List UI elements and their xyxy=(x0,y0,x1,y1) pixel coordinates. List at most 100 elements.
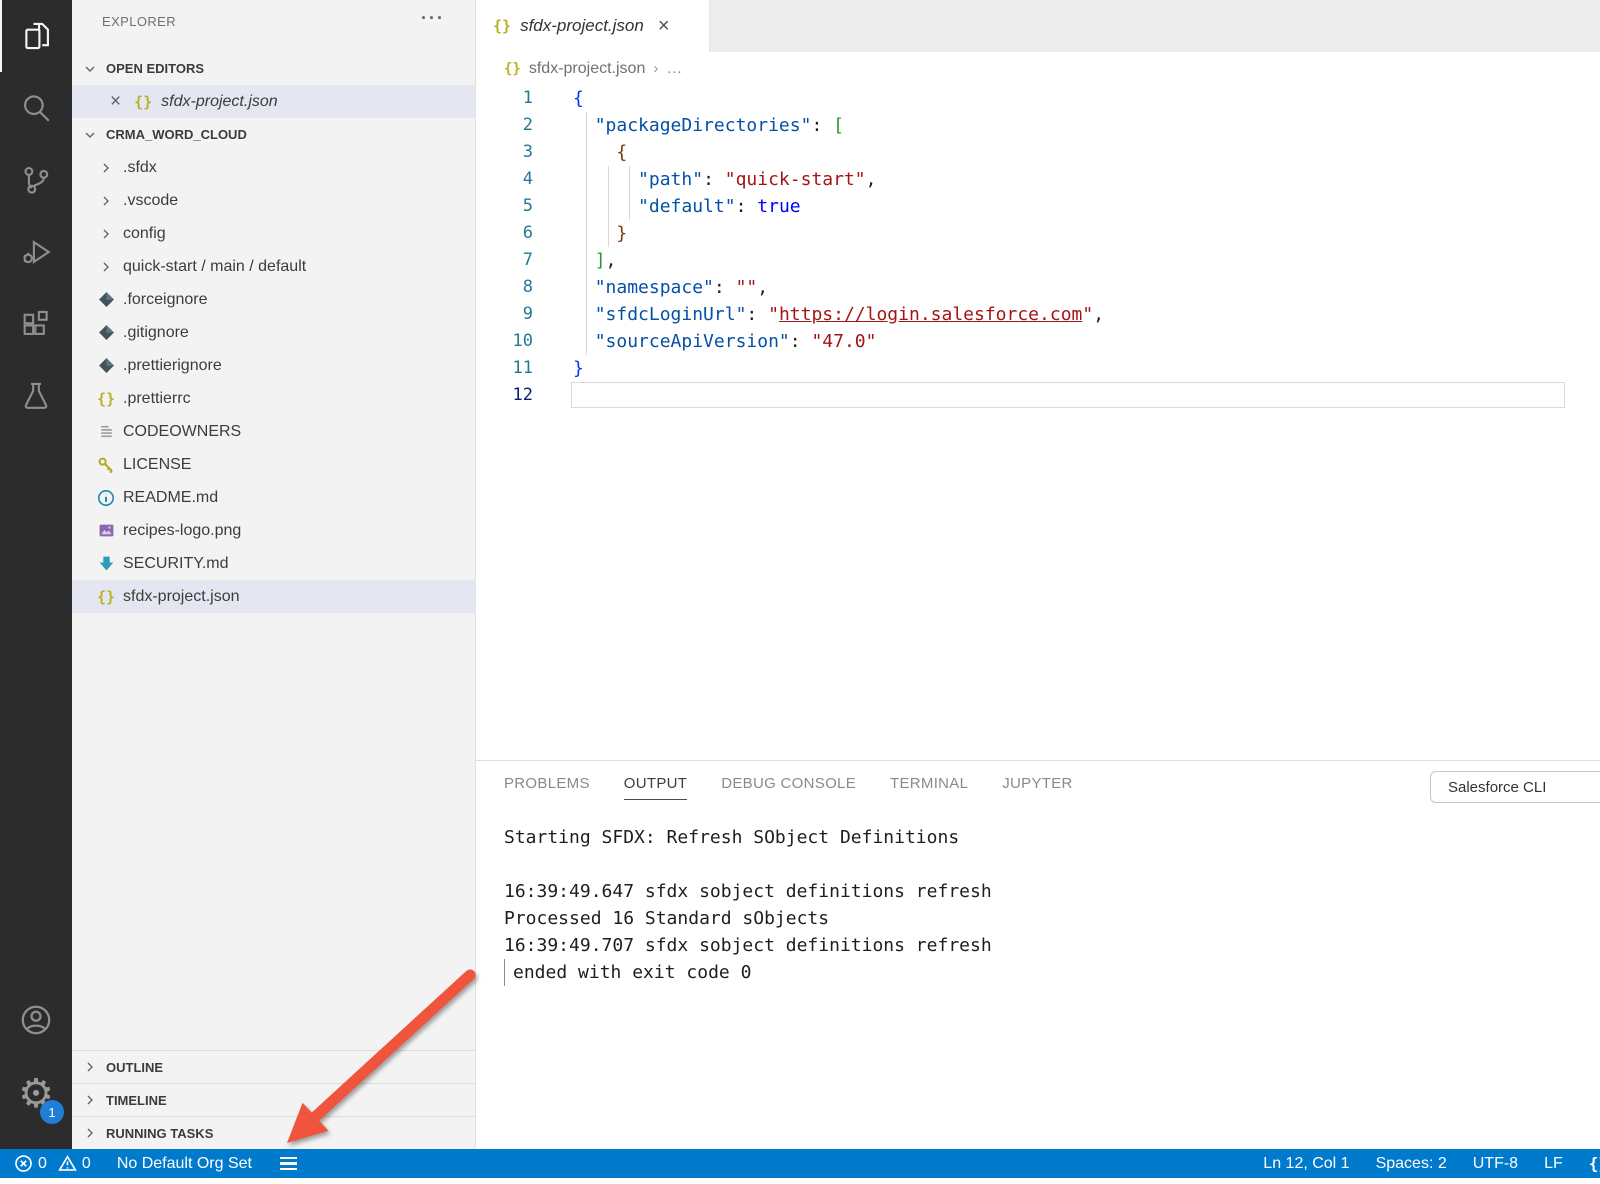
tree-item[interactable]: recipes-logo.png xyxy=(72,514,475,547)
chevron-right-icon xyxy=(82,1092,98,1108)
default-org-status[interactable]: No Default Org Set xyxy=(117,1155,252,1173)
line-number: 1 xyxy=(522,88,533,108)
code-text: "namespace": "", xyxy=(594,277,769,298)
line-number: 7 xyxy=(522,250,533,270)
tab-bar: {} sfdx-project.json × xyxy=(476,0,1600,52)
code-line[interactable]: 4 "path": "quick-start", xyxy=(476,166,1600,193)
status-right: Ln 12, Col 1 Spaces: 2 UTF-8 LF {} xyxy=(1263,1154,1600,1173)
test-beaker-icon[interactable] xyxy=(0,360,72,432)
license-key-icon xyxy=(98,457,113,473)
org-status-text: No Default Org Set xyxy=(116,1154,252,1172)
tab-close-icon[interactable]: × xyxy=(658,16,670,36)
tree-item[interactable]: SECURITY.md xyxy=(72,547,475,580)
sidebar-more-actions[interactable]: ··· xyxy=(421,8,445,29)
line-number: 6 xyxy=(522,223,533,243)
tree-item[interactable]: .gitignore xyxy=(72,316,475,349)
tree-item[interactable]: {} sfdx-project.json xyxy=(72,580,475,613)
problems-status[interactable]: 0 0 xyxy=(14,1154,91,1173)
text-file-icon xyxy=(100,425,112,438)
line-number: 12 xyxy=(512,385,533,405)
code-line[interactable]: 8 "namespace": "", xyxy=(476,274,1600,301)
tree-item[interactable]: LICENSE xyxy=(72,448,475,481)
vscode-window: ⚙ 1 EXPLORER ··· OPEN EDITORS × {} sfdx-… xyxy=(0,0,1600,1184)
output-line: Starting SFDX: Refresh SObject Definitio… xyxy=(504,827,960,848)
open-editors-label: OPEN EDITORS xyxy=(106,61,205,76)
tree-item-label: SECURITY.md xyxy=(123,554,229,572)
panel-tab-jupyter[interactable]: JUPYTER xyxy=(1002,775,1072,800)
running-tasks-label: RUNNING TASKS xyxy=(106,1125,214,1141)
line-number: 3 xyxy=(522,142,533,162)
tree-item[interactable]: {} .prettierrc xyxy=(72,382,475,415)
breadcrumb-filename[interactable]: sfdx-project.json xyxy=(529,60,646,78)
code-line[interactable]: 10 "sourceApiVersion": "47.0" xyxy=(476,328,1600,355)
code-line[interactable]: 6 } xyxy=(476,220,1600,247)
breadcrumb-more[interactable]: … xyxy=(666,60,682,78)
settings-gear-icon[interactable]: ⚙ 1 xyxy=(0,1058,72,1130)
output-console[interactable]: Starting SFDX: Refresh SObject Definitio… xyxy=(504,824,992,986)
sidebar-title: EXPLORER xyxy=(102,14,177,29)
json-file-icon: {} xyxy=(134,92,153,111)
tree-item[interactable]: CODEOWNERS xyxy=(72,415,475,448)
output-channel-dropdown[interactable]: Salesforce CLI xyxy=(1430,771,1600,803)
outline-label: OUTLINE xyxy=(106,1059,164,1075)
tree-item[interactable]: .vscode xyxy=(72,184,475,217)
code-line[interactable]: 11} xyxy=(476,355,1600,382)
indentation[interactable]: Spaces: 2 xyxy=(1376,1155,1447,1173)
code-text: } xyxy=(616,223,628,244)
open-editor-item[interactable]: × {} sfdx-project.json xyxy=(72,85,475,118)
open-editors-header[interactable]: OPEN EDITORS xyxy=(72,52,475,85)
code-line[interactable]: 3 { xyxy=(476,139,1600,166)
code-editor[interactable]: 1{2 "packageDirectories": [3 {4 "path": … xyxy=(476,85,1600,409)
source-control-icon[interactable] xyxy=(0,144,72,216)
account-icon[interactable] xyxy=(0,984,72,1056)
eol-sequence[interactable]: LF xyxy=(1544,1155,1563,1173)
code-line[interactable]: 9 "sfdcLoginUrl": "https://login.salesfo… xyxy=(476,301,1600,328)
outline-section[interactable]: OUTLINE xyxy=(72,1050,475,1083)
tree-item[interactable]: README.md xyxy=(72,481,475,514)
project-root-header[interactable]: CRMA_WORD_CLOUD xyxy=(72,118,475,151)
breadcrumb[interactable]: {} sfdx-project.json › … xyxy=(476,52,1600,85)
tree-item[interactable]: .prettierignore xyxy=(72,349,475,382)
warning-count: 0 xyxy=(81,1154,91,1172)
panel-tab-problems[interactable]: PROBLEMS xyxy=(504,775,590,800)
panel-tab-debug-console[interactable]: DEBUG CONSOLE xyxy=(721,775,856,800)
tree-item[interactable]: quick-start / main / default xyxy=(72,250,475,283)
tree-item[interactable]: .forceignore xyxy=(72,283,475,316)
line-number: 10 xyxy=(512,331,533,351)
timeline-section[interactable]: TIMELINE xyxy=(72,1083,475,1116)
tree-item-label: LICENSE xyxy=(123,455,192,473)
line-number: 8 xyxy=(522,277,533,297)
code-line[interactable]: 1{ xyxy=(476,85,1600,112)
tree-item-label: sfdx-project.json xyxy=(123,587,240,605)
code-line[interactable]: 12 xyxy=(476,382,1600,409)
language-mode[interactable]: {} xyxy=(1589,1154,1600,1173)
error-count: 0 xyxy=(38,1154,47,1172)
output-channel-value: Salesforce CLI xyxy=(1448,778,1547,796)
line-number: 4 xyxy=(522,169,533,189)
search-icon[interactable] xyxy=(0,72,72,144)
explorer-icon[interactable] xyxy=(0,0,72,72)
cursor-position[interactable]: Ln 12, Col 1 xyxy=(1263,1155,1349,1173)
code-line[interactable]: 7 ], xyxy=(476,247,1600,274)
ignore-file-icon xyxy=(98,292,114,307)
editor-area: {} sfdx-project.json × {} sfdx-project.j… xyxy=(476,0,1600,1149)
panel-tab-output[interactable]: OUTPUT xyxy=(623,775,688,800)
tree-item[interactable]: config xyxy=(72,217,475,250)
panel-tab-terminal[interactable]: TERMINAL xyxy=(890,775,968,800)
run-debug-icon[interactable] xyxy=(0,216,72,288)
close-icon[interactable]: × xyxy=(110,92,121,111)
json-file-icon: {} xyxy=(96,389,116,408)
running-tasks-icon[interactable] xyxy=(279,1156,297,1171)
code-line[interactable]: 5 "default": true xyxy=(476,193,1600,220)
tree-item[interactable]: .sfdx xyxy=(72,151,475,184)
line-number: 5 xyxy=(522,196,533,216)
tree-item-label: CODEOWNERS xyxy=(123,422,242,440)
readme-info-icon xyxy=(98,489,114,506)
extensions-icon[interactable] xyxy=(0,288,72,360)
code-line[interactable]: 2 "packageDirectories": [ xyxy=(476,112,1600,139)
running-tasks-section[interactable]: RUNNING TASKS xyxy=(72,1116,475,1149)
tab-sfdx-project[interactable]: {} sfdx-project.json × xyxy=(476,0,710,52)
security-arrow-icon xyxy=(99,556,113,571)
encoding[interactable]: UTF-8 xyxy=(1473,1155,1518,1173)
